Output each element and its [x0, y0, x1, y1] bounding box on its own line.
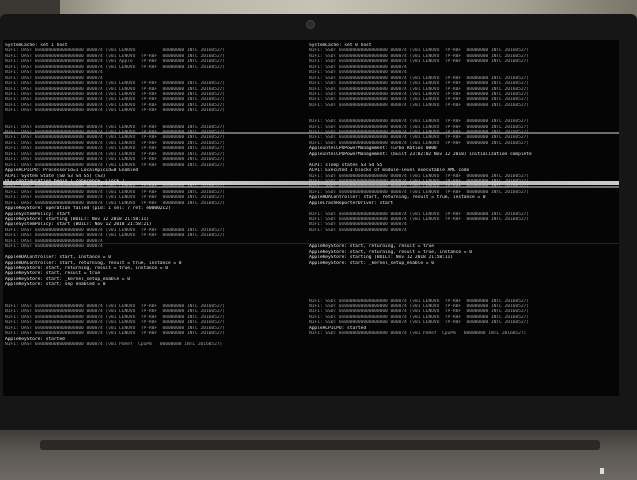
console-line: NIF1: SSDT 0x0000000000000000 000074 (v0… [309, 331, 527, 337]
display-glitch-band [3, 186, 619, 188]
webcam-icon [306, 20, 315, 29]
display-glitch-band [3, 181, 619, 185]
laptop-keyboard-deck [0, 430, 637, 480]
console-column-left: SystemCache: set 1 host NIF1: DAST 0x0000… [5, 43, 305, 348]
console-line: NIF1: DAST 0x0000000000000000 000074 (v0… [5, 342, 223, 348]
laptop-hinge [40, 440, 600, 450]
scanline [3, 243, 619, 244]
boot-console-screen: SystemCache: set 1 host NIF1: DAST 0x0000… [3, 40, 619, 396]
console-column-right: SystemCache: set 0 host NIF1: SSDT 0x0000… [309, 43, 617, 337]
light-reflection [600, 468, 604, 474]
display-glitch-band [3, 132, 619, 134]
